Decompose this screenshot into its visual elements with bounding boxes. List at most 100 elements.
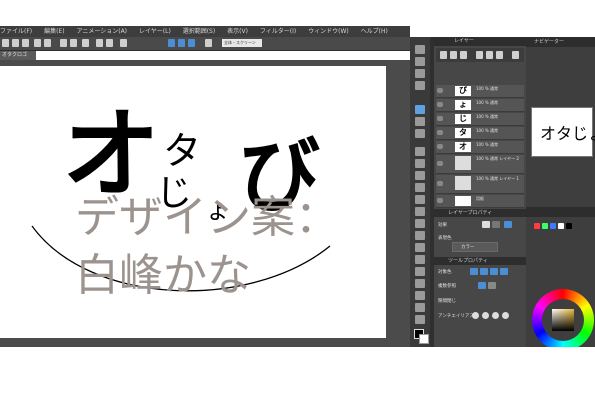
save-icon[interactable] (22, 39, 29, 47)
delete-layer-icon[interactable] (512, 51, 519, 59)
crop-icon[interactable] (120, 39, 127, 47)
snap-special-ruler-icon[interactable] (178, 39, 185, 47)
color-swatch[interactable] (558, 223, 564, 229)
effect-border-icon[interactable] (482, 221, 490, 228)
layer-thumb: ょ (455, 100, 471, 110)
brush-tool-icon[interactable] (415, 171, 425, 180)
multiple-reference-button-2[interactable] (488, 282, 496, 289)
target-color-button-4[interactable] (500, 268, 508, 275)
target-color-button-1[interactable] (470, 268, 478, 275)
color-swatch[interactable] (566, 223, 572, 229)
correct-line-tool-icon[interactable] (415, 315, 425, 324)
eye-icon[interactable] (437, 116, 443, 121)
eye-icon[interactable] (437, 88, 443, 93)
antialias-strong-icon[interactable] (502, 312, 509, 319)
snap-ruler-icon[interactable] (168, 39, 175, 47)
new-file-icon[interactable] (2, 39, 9, 47)
navigator-preview[interactable]: オタじょび (531, 107, 595, 157)
eye-icon[interactable] (437, 130, 443, 135)
layer-thumb (455, 156, 471, 170)
tool-property-title: ツールプロパティ (448, 258, 488, 264)
eyedropper-tool-icon[interactable] (415, 129, 425, 138)
layer-panel: レイヤー び 100 % 通常 ょ 100 % 通常 じ 100 % 通常 タ … (434, 37, 526, 347)
document-tab[interactable]: オタクロゴ (0, 51, 36, 60)
effect-color-icon[interactable] (504, 221, 512, 228)
gradient-tool-icon[interactable] (415, 243, 425, 252)
move-tool-icon[interactable] (415, 57, 425, 66)
clip-icon[interactable] (496, 51, 503, 59)
target-color-button-3[interactable] (490, 268, 498, 275)
color-swatch[interactable] (534, 223, 540, 229)
clear-icon[interactable] (60, 39, 67, 47)
menu-window[interactable]: ウィンドウ(W) (308, 28, 349, 35)
copy-layer-icon[interactable] (460, 51, 467, 59)
move-layer-tool-icon[interactable] (415, 81, 425, 90)
layer-row[interactable]: 用紙 (436, 195, 524, 208)
saturation-value-square[interactable] (552, 309, 574, 331)
text-tool-icon[interactable] (415, 291, 425, 300)
new-folder-icon[interactable] (450, 51, 457, 59)
canvas[interactable]: オ タ じ ょ び デザイン案： 白峰かな (0, 66, 386, 338)
ruler-tool-icon[interactable] (415, 279, 425, 288)
fill-tool-icon[interactable] (415, 231, 425, 240)
eye-icon[interactable] (437, 181, 443, 186)
layer-row[interactable]: タ 100 % 通常 (436, 127, 524, 140)
open-file-icon[interactable] (12, 39, 19, 47)
effect-tone-icon[interactable] (492, 221, 500, 228)
zoom-tool-icon[interactable] (415, 45, 425, 54)
color-swatch[interactable] (550, 223, 556, 229)
layer-row[interactable]: ょ 100 % 通常 (436, 99, 524, 112)
menu-view[interactable]: 表示(V) (227, 28, 248, 35)
pen-tool-icon[interactable] (415, 147, 425, 156)
menu-filter[interactable]: フィルター(I) (260, 28, 296, 35)
undo-icon[interactable] (34, 39, 41, 47)
new-layer-icon[interactable] (440, 51, 447, 59)
sub-color-swatch[interactable] (419, 334, 429, 344)
layer-row[interactable]: び 100 % 通常 (436, 85, 524, 98)
snap-grid-icon[interactable] (188, 39, 195, 47)
eye-icon[interactable] (437, 144, 443, 149)
menu-animation[interactable]: アニメーション(A) (76, 28, 127, 35)
eye-icon[interactable] (437, 102, 443, 107)
frame-tool-icon[interactable] (415, 267, 425, 276)
antialias-weak-icon[interactable] (482, 312, 489, 319)
layer-row[interactable]: オ 100 % 通常 (436, 141, 524, 154)
zoom-field[interactable]: 全体・スクリーン (222, 39, 262, 47)
selection-tool-icon[interactable] (415, 105, 425, 114)
decoration-tool-icon[interactable] (415, 195, 425, 204)
target-color-button-2[interactable] (480, 268, 488, 275)
color-swatch[interactable] (542, 223, 548, 229)
screen-icon[interactable] (205, 39, 212, 47)
menu-edit[interactable]: 編集(E) (44, 28, 64, 35)
multiple-reference-button-1[interactable] (478, 282, 486, 289)
deselect-icon[interactable] (96, 39, 103, 47)
eye-icon[interactable] (437, 198, 443, 203)
eye-icon[interactable] (437, 161, 443, 166)
antialias-none-icon[interactable] (472, 312, 479, 319)
menu-file[interactable]: ファイル(F) (0, 28, 32, 35)
layer-row[interactable]: じ 100 % 通常 (436, 113, 524, 126)
expression-color-select[interactable]: カラー (452, 242, 498, 252)
layer-row[interactable]: 100 % 通常 レイヤー 2 (436, 155, 524, 174)
balloon-tool-icon[interactable] (415, 303, 425, 312)
layer-row[interactable]: 100 % 通常 レイヤー 1 (436, 175, 524, 194)
mask-icon[interactable] (476, 51, 483, 59)
operation-tool-icon[interactable] (415, 69, 425, 78)
antialias-medium-icon[interactable] (492, 312, 499, 319)
fill-icon[interactable] (70, 39, 77, 47)
transform-icon[interactable] (82, 39, 89, 47)
layer-thumb (455, 176, 471, 190)
redo-icon[interactable] (44, 39, 51, 47)
lasso-tool-icon[interactable] (415, 117, 425, 126)
color-wheel[interactable] (532, 289, 594, 351)
figure-tool-icon[interactable] (415, 255, 425, 264)
invert-selection-icon[interactable] (106, 39, 113, 47)
menu-layer[interactable]: レイヤー(L) (139, 28, 171, 35)
blend-tool-icon[interactable] (415, 219, 425, 228)
eraser-tool-icon[interactable] (415, 207, 425, 216)
pencil-tool-icon[interactable] (415, 159, 425, 168)
menu-selection[interactable]: 選択範囲(S) (183, 28, 216, 35)
lock-icon[interactable] (486, 51, 493, 59)
airbrush-tool-icon[interactable] (415, 183, 425, 192)
menu-help[interactable]: ヘルプ(H) (361, 28, 388, 35)
